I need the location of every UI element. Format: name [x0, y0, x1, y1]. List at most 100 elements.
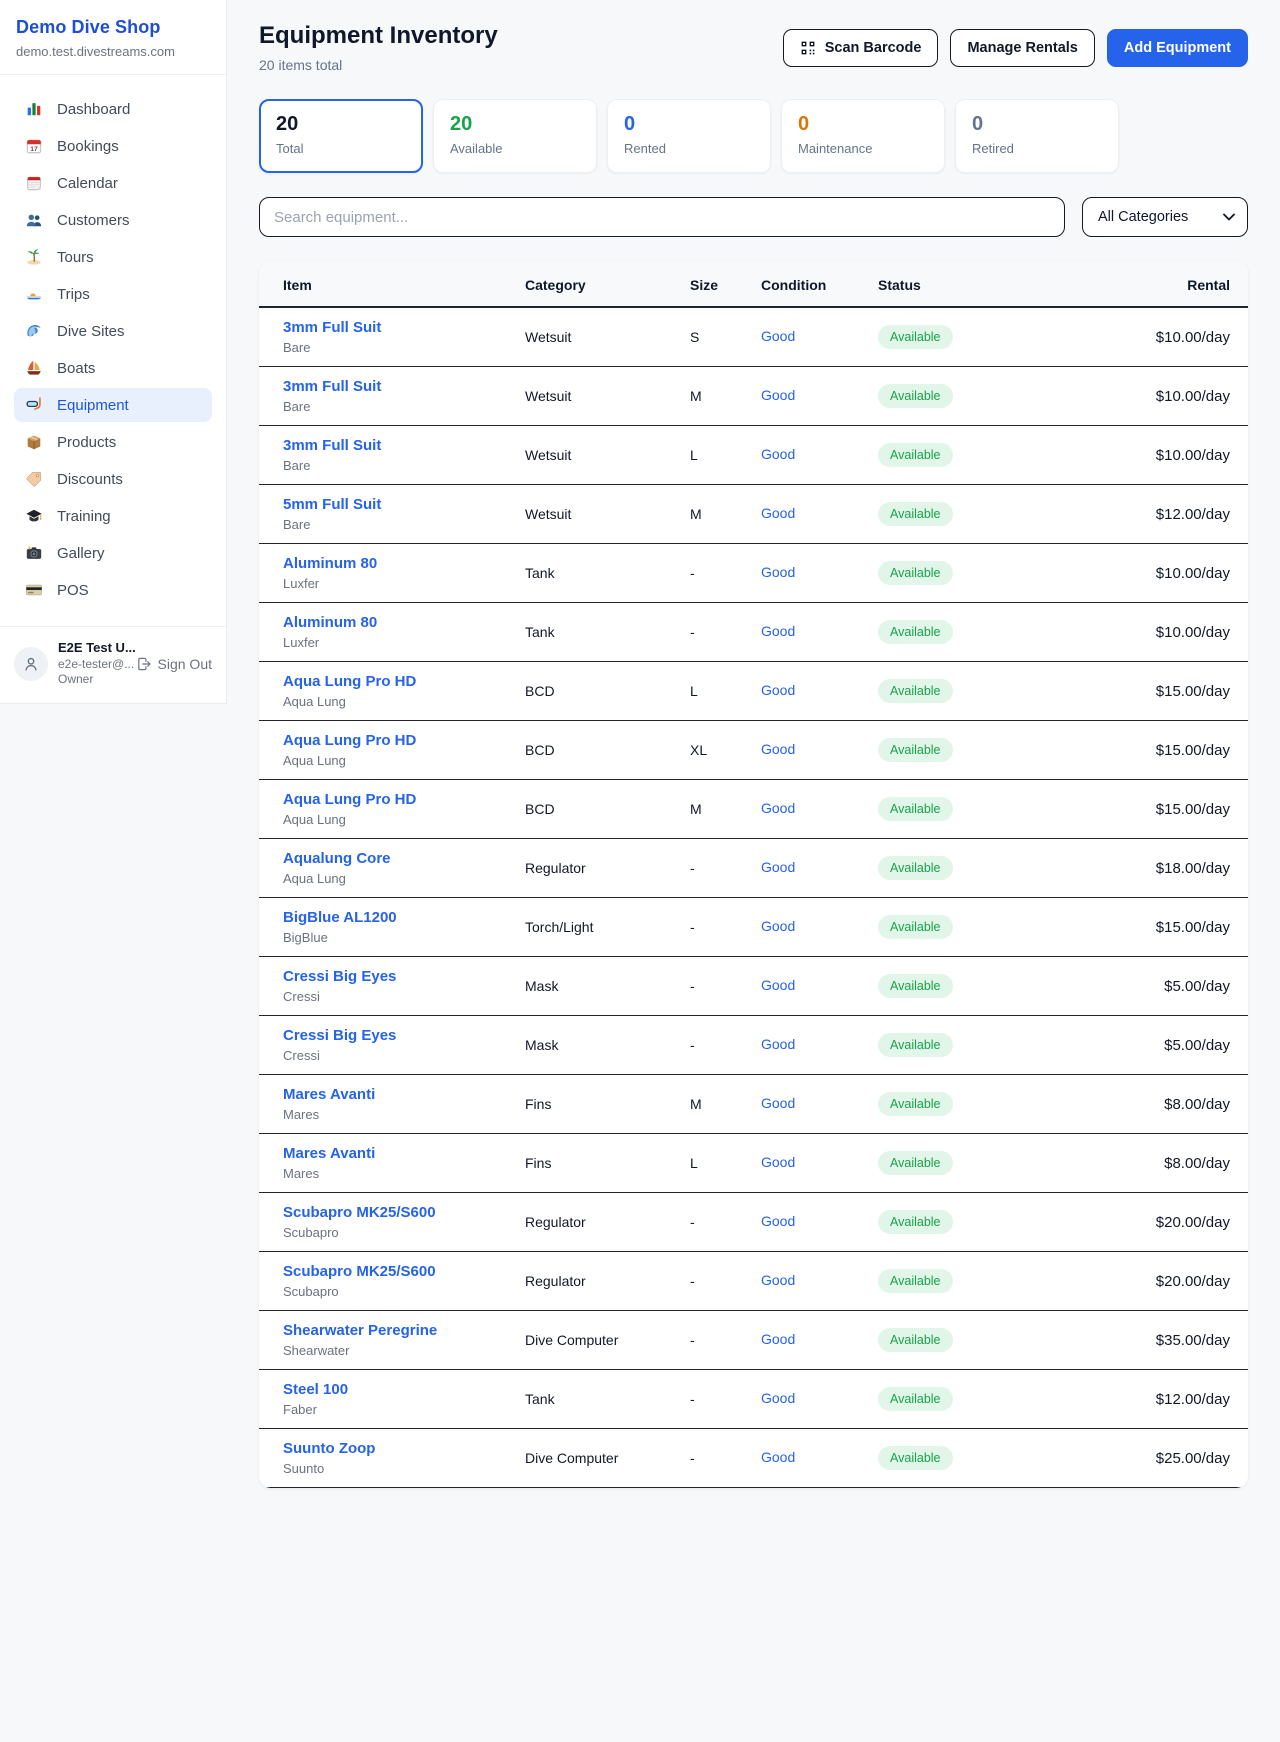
condition-link[interactable]: Good: [761, 1449, 795, 1465]
item-name-link[interactable]: Aqua Lung Pro HD: [283, 791, 416, 808]
sidebar-item-pos[interactable]: POS: [14, 573, 212, 607]
condition-link[interactable]: Good: [761, 1272, 795, 1288]
sidebar-item-tours[interactable]: Tours: [14, 240, 212, 274]
sidebar-item-trips[interactable]: Trips: [14, 277, 212, 311]
status-badge: Available: [878, 915, 953, 939]
status-badge: Available: [878, 1151, 953, 1175]
table-row-5mm-full-suit: 5mm Full Suit Bare Wetsuit M Good Availa…: [259, 485, 1248, 544]
item-name-link[interactable]: BigBlue AL1200: [283, 909, 397, 926]
table-row-aqua-lung-pro-hd: Aqua Lung Pro HD Aqua Lung BCD L Good Av…: [259, 662, 1248, 721]
item-rental-rate: $8.00/day: [1078, 1134, 1248, 1193]
item-brand: Aqua Lung: [283, 812, 525, 827]
add-equipment-button[interactable]: Add Equipment: [1107, 29, 1248, 67]
item-rental-rate: $25.00/day: [1078, 1429, 1248, 1488]
condition-link[interactable]: Good: [761, 1036, 795, 1052]
condition-link[interactable]: Good: [761, 387, 795, 403]
manage-rentals-button[interactable]: Manage Rentals: [950, 29, 1094, 67]
condition-link[interactable]: Good: [761, 505, 795, 521]
status-badge: Available: [878, 738, 953, 762]
item-brand: Suunto: [283, 1461, 525, 1476]
item-name-link[interactable]: 3mm Full Suit: [283, 437, 381, 454]
item-category: Regulator: [525, 1193, 690, 1252]
item-name-link[interactable]: Cressi Big Eyes: [283, 968, 396, 985]
condition-link[interactable]: Good: [761, 1331, 795, 1347]
condition-link[interactable]: Good: [761, 623, 795, 639]
stat-card-maintenance[interactable]: 0 Maintenance: [781, 99, 945, 173]
item-name-link[interactable]: 3mm Full Suit: [283, 319, 381, 336]
stat-card-total[interactable]: 20 Total: [259, 99, 423, 173]
condition-link[interactable]: Good: [761, 446, 795, 462]
column-header-size[interactable]: Size: [690, 261, 761, 307]
condition-link[interactable]: Good: [761, 977, 795, 993]
item-name-link[interactable]: Shearwater Peregrine: [283, 1322, 437, 1339]
column-header-rental[interactable]: Rental: [1078, 261, 1248, 307]
condition-link[interactable]: Good: [761, 564, 795, 580]
table-row-aluminum-80: Aluminum 80 Luxfer Tank - Good Available…: [259, 544, 1248, 603]
item-name-link[interactable]: Aluminum 80: [283, 555, 377, 572]
sidebar-item-discounts[interactable]: Discounts: [14, 462, 212, 496]
sidebar-item-training[interactable]: Training: [14, 499, 212, 533]
condition-link[interactable]: Good: [761, 1390, 795, 1406]
item-rental-rate: $35.00/day: [1078, 1311, 1248, 1370]
item-name-link[interactable]: 5mm Full Suit: [283, 496, 381, 513]
item-category: Dive Computer: [525, 1311, 690, 1370]
sidebar-item-calendar[interactable]: Calendar: [14, 166, 212, 200]
category-filter-select[interactable]: All Categories: [1082, 197, 1248, 237]
item-category: Wetsuit: [525, 485, 690, 544]
stat-card-rented[interactable]: 0 Rented: [607, 99, 771, 173]
stat-label: Total: [276, 141, 406, 156]
column-header-category[interactable]: Category: [525, 261, 690, 307]
item-name-link[interactable]: Scubapro MK25/S600: [283, 1204, 436, 1221]
condition-link[interactable]: Good: [761, 682, 795, 698]
item-name-link[interactable]: Aluminum 80: [283, 614, 377, 631]
sidebar-item-gallery[interactable]: Gallery: [14, 536, 212, 570]
sidebar-item-dive-sites[interactable]: Dive Sites: [14, 314, 212, 348]
sidebar-item-bookings[interactable]: 17 Bookings: [14, 129, 212, 163]
sidebar-item-products[interactable]: Products: [14, 425, 212, 459]
item-name-link[interactable]: Aqua Lung Pro HD: [283, 732, 416, 749]
item-name-link[interactable]: Aqua Lung Pro HD: [283, 673, 416, 690]
item-name-link[interactable]: Mares Avanti: [283, 1145, 375, 1162]
column-header-status[interactable]: Status: [878, 261, 1078, 307]
table-header: Item Category Size Condition Status Rent…: [259, 261, 1248, 307]
item-brand: Scubapro: [283, 1225, 525, 1240]
item-name-link[interactable]: 3mm Full Suit: [283, 378, 381, 395]
scan-barcode-button[interactable]: Scan Barcode: [783, 29, 939, 67]
sidebar-item-boats[interactable]: Boats: [14, 351, 212, 385]
stat-card-available[interactable]: 20 Available: [433, 99, 597, 173]
column-header-condition[interactable]: Condition: [761, 261, 878, 307]
table-row-mares-avanti: Mares Avanti Mares Fins M Good Available…: [259, 1075, 1248, 1134]
item-name-link[interactable]: Mares Avanti: [283, 1086, 375, 1103]
item-size: -: [690, 603, 761, 662]
item-size: M: [690, 780, 761, 839]
condition-link[interactable]: Good: [761, 1154, 795, 1170]
stat-card-retired[interactable]: 0 Retired: [955, 99, 1119, 173]
condition-link[interactable]: Good: [761, 859, 795, 875]
sidebar-item-dashboard[interactable]: Dashboard: [14, 92, 212, 126]
condition-link[interactable]: Good: [761, 1213, 795, 1229]
condition-link[interactable]: Good: [761, 800, 795, 816]
sign-out-button[interactable]: Sign Out: [136, 656, 212, 672]
sidebar-item-customers[interactable]: Customers: [14, 203, 212, 237]
condition-link[interactable]: Good: [761, 918, 795, 934]
item-category: Torch/Light: [525, 898, 690, 957]
item-name-link[interactable]: Scubapro MK25/S600: [283, 1263, 436, 1280]
condition-link[interactable]: Good: [761, 741, 795, 757]
item-name-link[interactable]: Steel 100: [283, 1381, 348, 1398]
item-size: -: [690, 1016, 761, 1075]
column-header-item[interactable]: Item: [259, 261, 525, 307]
sidebar-item-equipment[interactable]: Equipment: [14, 388, 212, 422]
condition-link[interactable]: Good: [761, 328, 795, 344]
sidebar-item-label: Boats: [57, 360, 95, 377]
search-input[interactable]: [259, 197, 1065, 237]
condition-link[interactable]: Good: [761, 1095, 795, 1111]
brand-name[interactable]: Demo Dive Shop: [16, 17, 210, 38]
table-row-cressi-big-eyes: Cressi Big Eyes Cressi Mask - Good Avail…: [259, 1016, 1248, 1075]
item-name-link[interactable]: Suunto Zoop: [283, 1440, 375, 1457]
equipment-table-card: Item Category Size Condition Status Rent…: [259, 261, 1248, 1488]
item-name-link[interactable]: Cressi Big Eyes: [283, 1027, 396, 1044]
item-category: Wetsuit: [525, 307, 690, 367]
item-brand: Aqua Lung: [283, 694, 525, 709]
item-brand: Luxfer: [283, 635, 525, 650]
item-name-link[interactable]: Aqualung Core: [283, 850, 391, 867]
